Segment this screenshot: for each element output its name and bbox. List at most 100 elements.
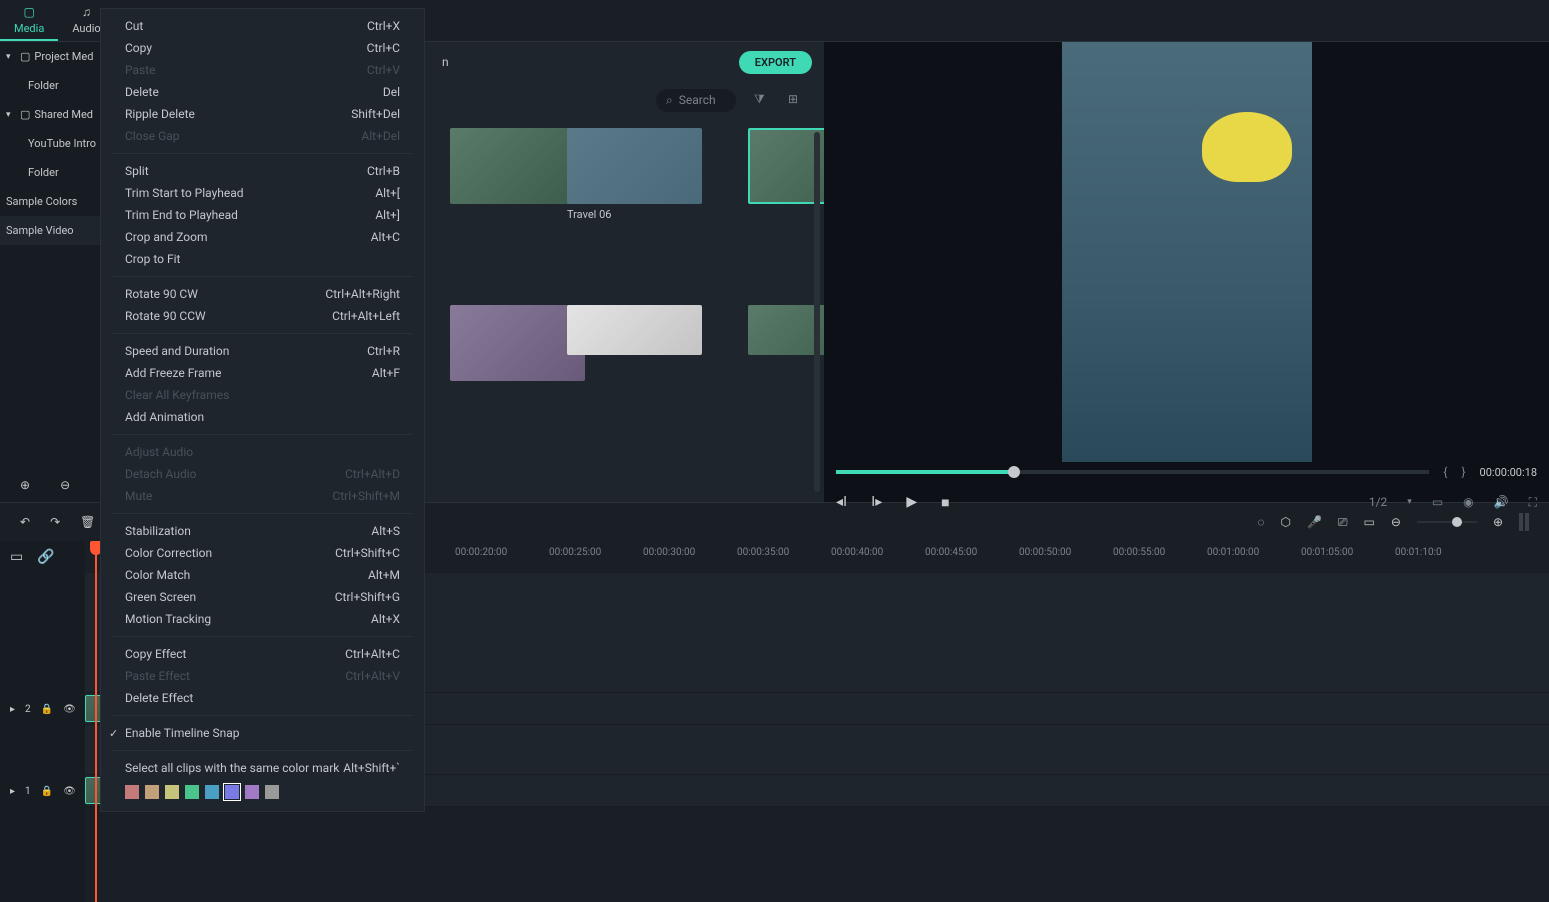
track-num: 2 bbox=[25, 704, 31, 715]
menu-item-shortcut: Ctrl+V bbox=[367, 63, 400, 77]
color-mark[interactable] bbox=[165, 785, 179, 799]
menu-item-label: Ripple Delete bbox=[125, 107, 195, 121]
grid-view-icon[interactable]: ⊞ bbox=[788, 92, 804, 108]
select-tool-icon[interactable]: ▭ bbox=[10, 549, 23, 565]
new-folder-icon[interactable]: ⊕ bbox=[20, 478, 30, 492]
media-thumb[interactable] bbox=[450, 128, 585, 204]
keyframe-icon[interactable]: ▭ bbox=[1364, 515, 1375, 529]
menu-item-delete[interactable]: DeleteDel bbox=[101, 81, 424, 103]
color-mark[interactable] bbox=[145, 785, 159, 799]
media-thumb-selected[interactable]: ✓ bbox=[748, 128, 824, 204]
menu-item-trim-end-to-playhead[interactable]: Trim End to PlayheadAlt+] bbox=[101, 204, 424, 226]
undo-button[interactable]: ↶ bbox=[20, 515, 30, 529]
menu-item-delete-effect[interactable]: Delete Effect bbox=[101, 687, 424, 709]
menu-item-select-all-clips-with-the-same-color-mark[interactable]: Select all clips with the same color mar… bbox=[101, 757, 424, 779]
progress-bar[interactable] bbox=[836, 470, 1429, 474]
filter-icon[interactable]: ⧩ bbox=[754, 92, 770, 108]
menu-separator bbox=[113, 333, 412, 334]
menu-item-ripple-delete[interactable]: Ripple DeleteShift+Del bbox=[101, 103, 424, 125]
menu-item-cut[interactable]: Cut Ctrl+X bbox=[101, 15, 424, 37]
menu-item-label: Paste bbox=[125, 63, 156, 77]
render-icon[interactable]: ◌ bbox=[1257, 515, 1264, 529]
zoom-fit-icon[interactable] bbox=[1519, 513, 1529, 531]
color-mark[interactable] bbox=[265, 785, 279, 799]
sidebar-item-sample-colors[interactable]: Sample Colors bbox=[0, 187, 100, 216]
sidebar-item-sample-video[interactable]: Sample Video bbox=[0, 216, 100, 245]
menu-item-label: Trim Start to Playhead bbox=[125, 186, 244, 200]
delete-button[interactable]: 🗑 bbox=[80, 515, 95, 529]
preview-content bbox=[1202, 112, 1292, 182]
media-thumb[interactable] bbox=[450, 305, 585, 381]
menu-item-add-animation[interactable]: Add Animation bbox=[101, 406, 424, 428]
media-thumb[interactable] bbox=[748, 305, 824, 355]
progress-handle[interactable] bbox=[1008, 466, 1020, 478]
menu-item-shortcut: Ctrl+X bbox=[367, 19, 400, 33]
delete-folder-icon[interactable]: ⊖ bbox=[60, 478, 70, 492]
playhead[interactable] bbox=[95, 541, 97, 902]
menu-item-label: Cut bbox=[125, 19, 143, 33]
bracket-r: } bbox=[1461, 465, 1465, 479]
eye-icon[interactable]: 👁 bbox=[63, 786, 76, 797]
mixer-icon[interactable]: ⎚ bbox=[1338, 515, 1348, 530]
menu-item-shortcut: Del bbox=[383, 85, 400, 99]
marker-icon[interactable]: ⬡ bbox=[1280, 515, 1290, 529]
sidebar-item-project-media[interactable]: ▾ ▢ Project Med bbox=[0, 42, 100, 71]
menu-item-trim-start-to-playhead[interactable]: Trim Start to PlayheadAlt+[ bbox=[101, 182, 424, 204]
menu-item-copy[interactable]: CopyCtrl+C bbox=[101, 37, 424, 59]
color-mark[interactable] bbox=[245, 785, 259, 799]
search-input[interactable]: ⌕ Search bbox=[656, 89, 736, 112]
track-header-2[interactable]: ▸ 2 🔒 👁 bbox=[0, 693, 85, 725]
voiceover-icon[interactable]: 🎤 bbox=[1307, 515, 1322, 529]
menu-item-rotate-90-cw[interactable]: Rotate 90 CWCtrl+Alt+Right bbox=[101, 283, 424, 305]
menu-item-enable-timeline-snap[interactable]: ✓Enable Timeline Snap bbox=[101, 722, 424, 744]
color-mark[interactable] bbox=[125, 785, 139, 799]
media-thumb[interactable] bbox=[567, 305, 702, 355]
track-header-1[interactable]: ▸ 1 🔒 👁 bbox=[0, 775, 85, 807]
color-mark[interactable] bbox=[205, 785, 219, 799]
search-icon: ⌕ bbox=[666, 93, 673, 108]
zoom-handle[interactable] bbox=[1452, 517, 1462, 527]
link-tool-icon[interactable]: 🔗 bbox=[37, 549, 54, 565]
sidebar-item-folder2[interactable]: Folder bbox=[0, 158, 100, 187]
thumb-label: Travel 06 bbox=[567, 208, 702, 221]
menu-item-stabilization[interactable]: StabilizationAlt+S bbox=[101, 520, 424, 542]
search-placeholder: Search bbox=[679, 93, 716, 107]
menu-item-rotate-90-ccw[interactable]: Rotate 90 CCWCtrl+Alt+Left bbox=[101, 305, 424, 327]
redo-button[interactable]: ↷ bbox=[50, 515, 60, 529]
menu-item-shortcut: Ctrl+R bbox=[367, 344, 400, 358]
sidebar-item-folder[interactable]: Folder bbox=[0, 71, 100, 100]
menu-item-green-screen[interactable]: Green ScreenCtrl+Shift+G bbox=[101, 586, 424, 608]
menu-item-label: Detach Audio bbox=[125, 467, 196, 481]
menu-item-shortcut: Alt+S bbox=[371, 524, 400, 538]
menu-item-crop-to-fit[interactable]: Crop to Fit bbox=[101, 248, 424, 270]
menu-item-motion-tracking[interactable]: Motion TrackingAlt+X bbox=[101, 608, 424, 630]
check-icon: ✓ bbox=[109, 727, 118, 740]
menu-item-copy-effect[interactable]: Copy EffectCtrl+Alt+C bbox=[101, 643, 424, 665]
folder-icon: ▢ bbox=[20, 108, 30, 121]
media-thumb[interactable] bbox=[567, 128, 702, 204]
lock-icon[interactable]: 🔒 bbox=[41, 786, 53, 797]
sidebar-item-youtube-intro[interactable]: YouTube Intro bbox=[0, 129, 100, 158]
menu-item-label: Motion Tracking bbox=[125, 612, 211, 626]
zoom-in-button[interactable]: ⊕ bbox=[1493, 515, 1503, 529]
eye-icon[interactable]: 👁 bbox=[63, 704, 76, 715]
ruler-tick: 00:00:50:00 bbox=[1019, 547, 1071, 558]
menu-item-crop-and-zoom[interactable]: Crop and ZoomAlt+C bbox=[101, 226, 424, 248]
export-button[interactable]: EXPORT bbox=[739, 51, 812, 74]
menu-item-add-freeze-frame[interactable]: Add Freeze FrameAlt+F bbox=[101, 362, 424, 384]
menu-item-adjust-audio: Adjust Audio bbox=[101, 441, 424, 463]
menu-item-color-correction[interactable]: Color CorrectionCtrl+Shift+C bbox=[101, 542, 424, 564]
menu-item-speed-and-duration[interactable]: Speed and Duration Ctrl+R bbox=[101, 340, 424, 362]
scrollbar[interactable] bbox=[814, 132, 820, 492]
menu-item-label: Speed and Duration bbox=[125, 344, 229, 358]
zoom-out-button[interactable]: ⊖ bbox=[1391, 515, 1401, 529]
menu-item-color-match[interactable]: Color MatchAlt+M bbox=[101, 564, 424, 586]
lock-icon[interactable]: 🔒 bbox=[41, 704, 53, 715]
menu-item-split[interactable]: SplitCtrl+B bbox=[101, 160, 424, 182]
color-mark[interactable] bbox=[185, 785, 199, 799]
color-mark[interactable] bbox=[225, 785, 239, 799]
zoom-slider[interactable] bbox=[1417, 521, 1477, 523]
tab-media[interactable]: ▢ Media bbox=[0, 0, 58, 41]
sidebar-item-shared-media[interactable]: ▾ ▢ Shared Med bbox=[0, 100, 100, 129]
menu-item-shortcut: Alt+] bbox=[375, 208, 400, 222]
